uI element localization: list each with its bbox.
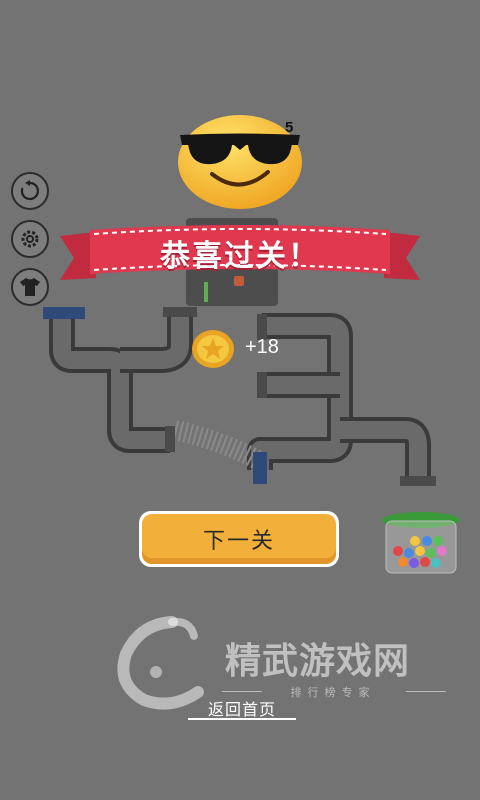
restart-icon (20, 180, 39, 201)
shirt-icon (20, 278, 40, 296)
success-banner: 恭喜过关！ (60, 222, 420, 284)
next-level-label: 下一关 (142, 514, 336, 564)
home-link[interactable]: 返回首页 (188, 696, 296, 720)
level-number: 5 (285, 119, 294, 136)
ball-jar (382, 512, 460, 574)
settings-icon (21, 230, 39, 248)
pipe-network (43, 307, 436, 486)
next-level-button[interactable]: 下一关 (139, 511, 339, 567)
watermark-name: 精武游戏网 (225, 641, 411, 682)
coin-reward: +18 (245, 336, 279, 358)
coin-icon (192, 330, 234, 368)
restart-button[interactable] (11, 172, 49, 210)
banner-title: 恭喜过关！ (160, 239, 320, 274)
settings-button[interactable] (11, 220, 49, 258)
